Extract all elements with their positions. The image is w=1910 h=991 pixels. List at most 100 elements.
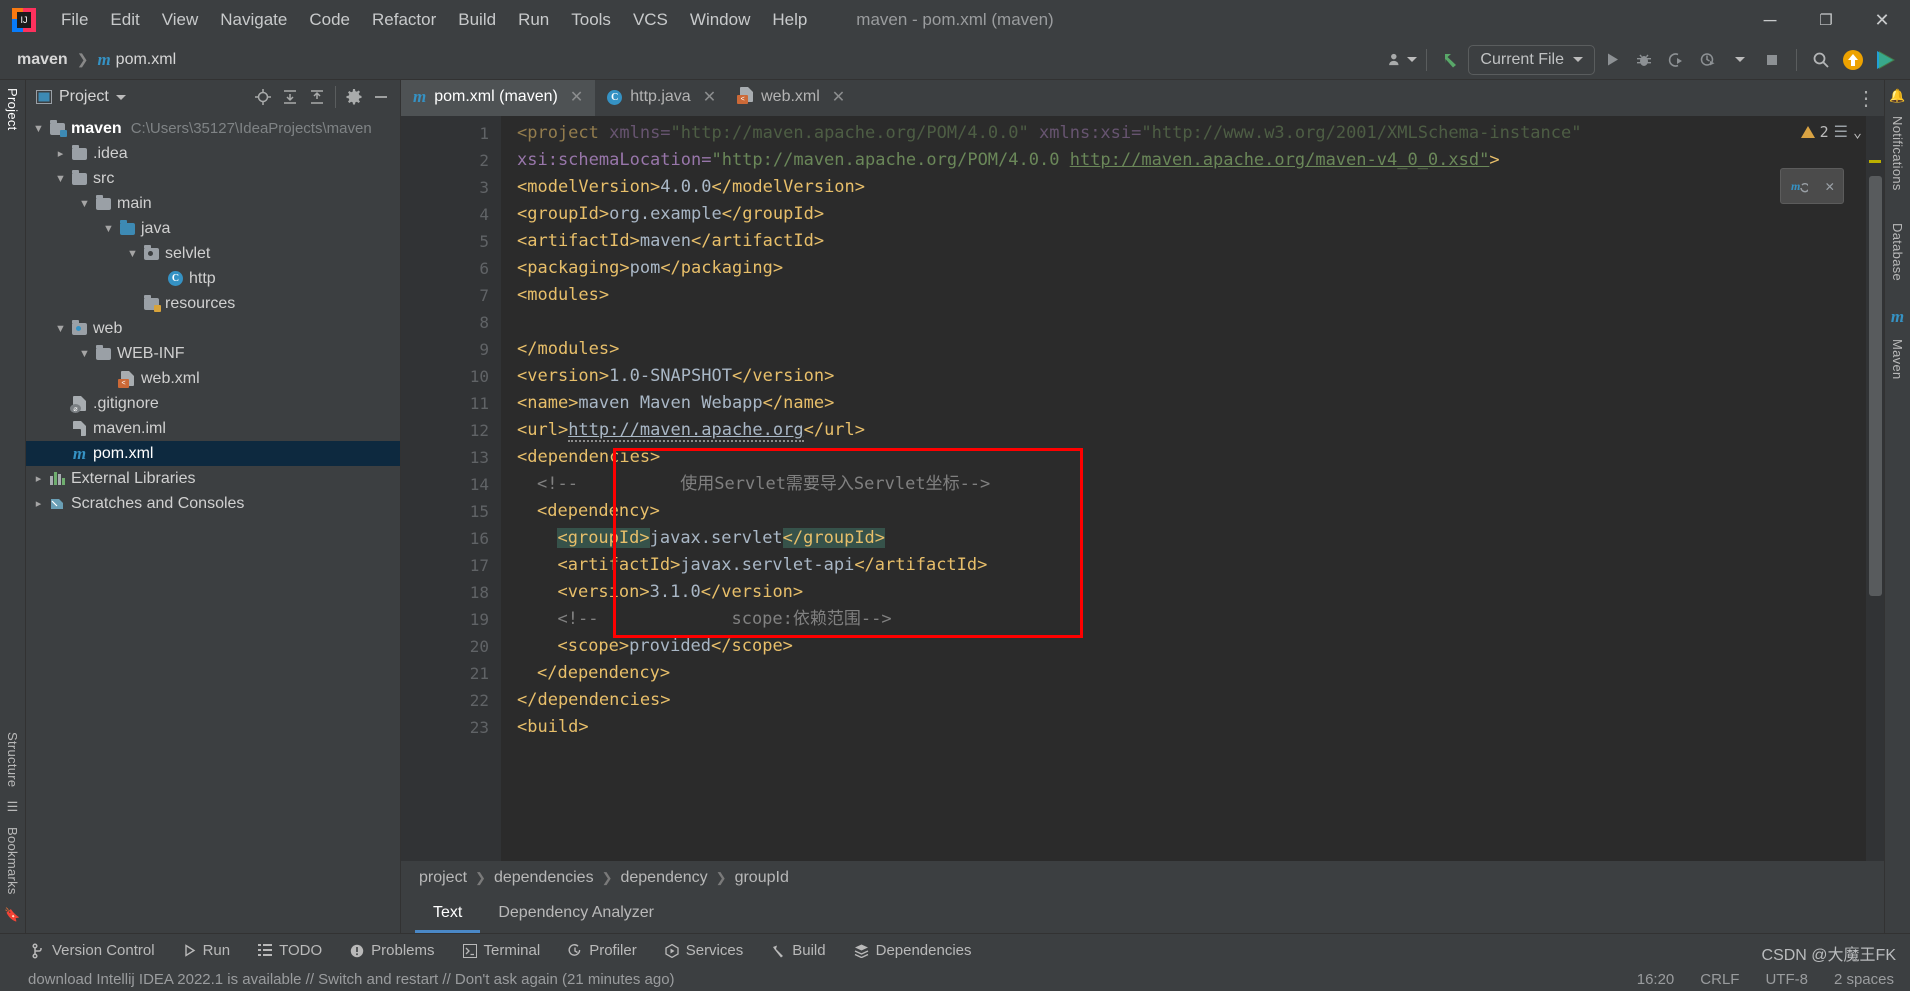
chevron-down-icon[interactable]: ▼ (124, 248, 141, 260)
menu-run[interactable]: Run (507, 6, 560, 34)
tree-node-pomxml[interactable]: m pom.xml (26, 441, 400, 466)
rail-item-structure[interactable]: Structure (5, 724, 20, 795)
hide-icon[interactable] (368, 84, 394, 110)
status-dependencies[interactable]: Dependencies (851, 940, 975, 961)
code-link-url[interactable]: http://maven.apache.org (568, 420, 804, 442)
chevron-down-icon[interactable]: ▼ (52, 323, 69, 335)
code-content[interactable]: <project xmlns="http://maven.apache.org/… (501, 116, 1884, 861)
tab-text[interactable]: Text (415, 895, 481, 933)
stop-icon[interactable] (1757, 45, 1787, 75)
chevron-down-icon[interactable] (1725, 45, 1755, 75)
close-icon[interactable]: ✕ (1825, 177, 1834, 195)
collapse-all-icon[interactable] (304, 84, 330, 110)
encoding-indicator[interactable]: UTF-8 (1765, 971, 1808, 988)
menu-view[interactable]: View (151, 6, 210, 34)
tree-node-resources[interactable]: resources (26, 291, 400, 316)
menu-tools[interactable]: Tools (560, 6, 622, 34)
breadcrumb-project[interactable]: project (419, 869, 467, 887)
status-services[interactable]: Services (662, 940, 747, 961)
tree-node-main[interactable]: ▼ main (26, 191, 400, 216)
maven-reload-popup[interactable]: m ✕ (1780, 168, 1844, 204)
tree-node-http[interactable]: C http (26, 266, 400, 291)
maven-reload-icon[interactable]: m (1790, 177, 1808, 195)
tree-node-java[interactable]: ▼ java (26, 216, 400, 241)
settings-gear-icon[interactable] (341, 84, 367, 110)
run-icon[interactable] (1597, 45, 1627, 75)
close-button[interactable]: ✕ (1854, 0, 1910, 40)
run-configuration-selector[interactable]: Current File (1468, 44, 1595, 75)
breadcrumb-groupid[interactable]: groupId (735, 869, 789, 887)
rail-item-bookmarks[interactable]: Bookmarks (5, 819, 20, 903)
project-tree[interactable]: ▼ maven C:\Users\35127\IdeaProjects\mave… (26, 114, 400, 933)
status-terminal[interactable]: Terminal (460, 940, 544, 961)
menu-edit[interactable]: Edit (99, 6, 150, 34)
close-icon[interactable]: ✕ (703, 87, 716, 107)
chevron-down-icon[interactable]: ▼ (100, 223, 117, 235)
chevron-down-icon[interactable]: ▼ (76, 348, 93, 360)
close-icon[interactable]: ✕ (570, 87, 583, 107)
tree-node-gitignore[interactable]: ⌀ .gitignore (26, 391, 400, 416)
editor-tab-overflow[interactable]: ⋮ (1856, 80, 1884, 116)
error-stripe-mark[interactable] (1869, 160, 1881, 163)
breadcrumb-dependency[interactable]: dependency (620, 869, 707, 887)
rail-item-project[interactable]: Project (5, 80, 20, 139)
chevron-down-icon[interactable]: ▼ (52, 173, 69, 185)
error-stripe[interactable] (1866, 116, 1884, 861)
profiler-icon[interactable] (1693, 45, 1723, 75)
chevron-right-icon[interactable]: ▸ (30, 472, 47, 485)
status-profiler[interactable]: Profiler (565, 940, 640, 961)
menu-vcs[interactable]: VCS (622, 6, 679, 34)
updates-arrow-icon[interactable] (1436, 45, 1466, 75)
account-icon[interactable] (1387, 45, 1418, 75)
editor-scrollbar-thumb[interactable] (1869, 176, 1882, 596)
tree-node-scratches[interactable]: ▸ Scratches and Consoles (26, 491, 400, 516)
tab-dependency-analyzer[interactable]: Dependency Analyzer (480, 895, 672, 933)
inspection-widget[interactable]: 2 ☰ ⌄ (1800, 122, 1862, 141)
tree-node-idea[interactable]: ▸ .idea (26, 141, 400, 166)
navbar-crumb-file[interactable]: m pom.xml (94, 48, 179, 72)
line-separator-indicator[interactable]: CRLF (1700, 971, 1739, 988)
menu-navigate[interactable]: Navigate (209, 6, 298, 34)
code-link-xsd[interactable]: http://maven.apache.org/maven-v4_0_0.xsd… (1070, 150, 1490, 170)
editor-gutter[interactable]: 1 2 3 4 5 6 7 8 9 10 11 12 13 14 15 16 1 (401, 116, 501, 861)
debug-icon[interactable] (1629, 45, 1659, 75)
minimize-button[interactable]: ─ (1742, 0, 1798, 40)
navbar-crumb-project[interactable]: maven (14, 49, 71, 71)
chevron-down-icon[interactable]: ▼ (76, 198, 93, 210)
tree-node-maveniml[interactable]: maven.iml (26, 416, 400, 441)
tab-http-java[interactable]: C http.java ✕ (595, 80, 728, 116)
tree-node-webxml[interactable]: < web.xml (26, 366, 400, 391)
menu-help[interactable]: Help (761, 6, 818, 34)
menu-code[interactable]: Code (298, 6, 361, 34)
chevron-down-icon[interactable]: ⌄ (1853, 123, 1862, 141)
tab-web-xml[interactable]: < web.xml ✕ (728, 80, 857, 116)
tree-node-src[interactable]: ▼ src (26, 166, 400, 191)
menu-file[interactable]: File (50, 6, 99, 34)
menu-window[interactable]: Window (679, 6, 761, 34)
tree-node-maven[interactable]: ▼ maven C:\Users\35127\IdeaProjects\mave… (26, 116, 400, 141)
search-icon[interactable] (1806, 45, 1836, 75)
maximize-button[interactable]: ❐ (1798, 0, 1854, 40)
rail-item-database[interactable]: Database (1890, 215, 1905, 289)
tree-node-web[interactable]: ▼ web (26, 316, 400, 341)
inspection-hector-icon[interactable]: ☰ (1834, 122, 1848, 141)
run-with-coverage-icon[interactable] (1661, 45, 1691, 75)
tree-node-selvlet[interactable]: ▼ selvlet (26, 241, 400, 266)
chevron-right-icon[interactable]: ▸ (30, 497, 47, 510)
tree-node-webinf[interactable]: ▼ WEB-INF (26, 341, 400, 366)
chevron-down-icon[interactable]: ▼ (30, 123, 47, 135)
update-project-icon[interactable] (1838, 45, 1868, 75)
status-version-control[interactable]: Version Control (28, 940, 158, 961)
notifications-bell-icon[interactable]: 🔔 (1889, 80, 1905, 108)
tree-node-external-libraries[interactable]: ▸ External Libraries (26, 466, 400, 491)
status-run[interactable]: Run (180, 940, 234, 961)
code-editor[interactable]: 1 2 3 4 5 6 7 8 9 10 11 12 13 14 15 16 1 (401, 116, 1884, 861)
close-icon[interactable]: ✕ (832, 87, 845, 107)
status-build[interactable]: Build (768, 940, 828, 961)
indent-indicator[interactable]: 2 spaces (1834, 971, 1894, 988)
rail-item-notifications[interactable]: Notifications (1890, 108, 1905, 199)
menu-refactor[interactable]: Refactor (361, 6, 447, 34)
status-todo[interactable]: TODO (255, 940, 325, 961)
menu-build[interactable]: Build (447, 6, 507, 34)
tab-pom-xml[interactable]: m pom.xml (maven) ✕ (401, 80, 596, 116)
